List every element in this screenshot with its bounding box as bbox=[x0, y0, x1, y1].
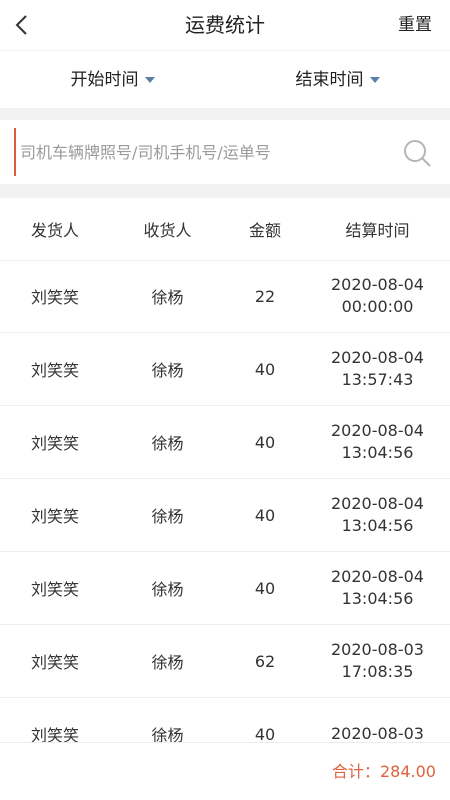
settlement-date: 2020-08-04 bbox=[331, 275, 424, 294]
page-title: 运费统计 bbox=[185, 13, 265, 37]
table-row[interactable]: 刘笑笑 徐杨 22 2020-08-04 00:00:00 bbox=[0, 260, 450, 333]
settlement-clock: 17:08:35 bbox=[341, 662, 414, 681]
table-row[interactable]: 刘笑笑 徐杨 40 2020-08-03 bbox=[0, 698, 450, 742]
receiver-cell: 徐杨 bbox=[151, 653, 184, 672]
header-amount: 金额 bbox=[248, 221, 281, 240]
header-receiver: 收货人 bbox=[143, 221, 192, 240]
settlement-time-cell: 2020-08-04 00:00:00 bbox=[305, 274, 450, 318]
settlement-clock: 00:00:00 bbox=[341, 297, 414, 316]
settlement-date: 2020-08-04 bbox=[331, 567, 424, 586]
settlement-clock: 13:04:56 bbox=[341, 516, 414, 535]
table-header-row: 发货人 收货人 金额 结算时间 bbox=[0, 198, 450, 261]
start-time-dropdown[interactable]: 开始时间 bbox=[0, 51, 225, 109]
end-time-label: 结束时间 bbox=[295, 70, 364, 90]
header-sender: 发货人 bbox=[30, 221, 79, 240]
receiver-cell: 徐杨 bbox=[151, 288, 184, 307]
amount-cell: 40 bbox=[254, 359, 276, 379]
section-divider bbox=[0, 184, 450, 198]
settlement-date: 2020-08-03 bbox=[331, 724, 424, 742]
receiver-cell: 徐杨 bbox=[151, 361, 184, 380]
header-settlement-time: 结算时间 bbox=[345, 221, 410, 240]
amount-cell: 22 bbox=[254, 286, 276, 306]
footer-bar: 合计：284.00 bbox=[0, 742, 450, 800]
amount-cell: 62 bbox=[254, 651, 276, 671]
receiver-cell: 徐杨 bbox=[151, 434, 184, 453]
settlement-clock: 13:57:43 bbox=[341, 370, 414, 389]
total-amount: 合计：284.00 bbox=[332, 762, 436, 781]
sender-cell: 刘笑笑 bbox=[30, 361, 79, 380]
settlement-clock: 13:04:56 bbox=[341, 589, 414, 608]
settlement-date: 2020-08-04 bbox=[331, 494, 424, 513]
amount-cell: 40 bbox=[254, 578, 276, 598]
amount-cell: 40 bbox=[254, 432, 276, 452]
table-row[interactable]: 刘笑笑 徐杨 40 2020-08-04 13:04:56 bbox=[0, 479, 450, 552]
end-time-dropdown[interactable]: 结束时间 bbox=[225, 51, 450, 109]
sender-cell: 刘笑笑 bbox=[30, 653, 79, 672]
search-bar bbox=[0, 120, 450, 184]
settlement-time-cell: 2020-08-04 13:04:56 bbox=[305, 566, 450, 610]
header-bar: 运费统计 重置 bbox=[0, 0, 450, 50]
sender-cell: 刘笑笑 bbox=[30, 288, 79, 307]
caret-down-icon bbox=[369, 77, 380, 83]
settlement-time-cell: 2020-08-03 17:08:35 bbox=[305, 639, 450, 683]
table-row[interactable]: 刘笑笑 徐杨 40 2020-08-04 13:04:56 bbox=[0, 406, 450, 479]
reset-button[interactable]: 重置 bbox=[398, 0, 432, 50]
search-icon[interactable] bbox=[402, 138, 432, 168]
table-row[interactable]: 刘笑笑 徐杨 40 2020-08-04 13:04:56 bbox=[0, 552, 450, 625]
sender-cell: 刘笑笑 bbox=[30, 434, 79, 453]
table-row[interactable]: 刘笑笑 徐杨 40 2020-08-04 13:57:43 bbox=[0, 333, 450, 406]
table-row[interactable]: 刘笑笑 徐杨 62 2020-08-03 17:08:35 bbox=[0, 625, 450, 698]
freight-table: 发货人 收货人 金额 结算时间 刘笑笑 徐杨 22 2020-08-04 00:… bbox=[0, 198, 450, 742]
settlement-time-cell: 2020-08-03 bbox=[305, 723, 450, 742]
freight-statistics-screen: 运费统计 重置 开始时间 结束时间 发货人 收货人 金额 结算时间 刘笑笑 徐杨 bbox=[0, 0, 450, 800]
receiver-cell: 徐杨 bbox=[151, 507, 184, 526]
settlement-time-cell: 2020-08-04 13:04:56 bbox=[305, 420, 450, 464]
settlement-date: 2020-08-03 bbox=[331, 640, 424, 659]
amount-cell: 40 bbox=[254, 724, 276, 743]
settlement-time-cell: 2020-08-04 13:04:56 bbox=[305, 493, 450, 537]
caret-down-icon bbox=[144, 77, 155, 83]
table-body[interactable]: 刘笑笑 徐杨 22 2020-08-04 00:00:00 刘笑笑 徐杨 40 … bbox=[0, 260, 450, 742]
receiver-cell: 徐杨 bbox=[151, 580, 184, 599]
sender-cell: 刘笑笑 bbox=[30, 580, 79, 599]
settlement-time-cell: 2020-08-04 13:57:43 bbox=[305, 347, 450, 391]
amount-cell: 40 bbox=[254, 505, 276, 525]
start-time-label: 开始时间 bbox=[70, 70, 139, 90]
settlement-clock: 13:04:56 bbox=[341, 443, 414, 462]
receiver-cell: 徐杨 bbox=[151, 726, 184, 742]
settlement-date: 2020-08-04 bbox=[331, 421, 424, 440]
time-filter-row: 开始时间 结束时间 bbox=[0, 50, 450, 109]
section-divider bbox=[0, 108, 450, 120]
sender-cell: 刘笑笑 bbox=[30, 726, 79, 742]
sender-cell: 刘笑笑 bbox=[30, 507, 79, 526]
search-input[interactable] bbox=[14, 128, 400, 176]
settlement-date: 2020-08-04 bbox=[331, 348, 424, 367]
